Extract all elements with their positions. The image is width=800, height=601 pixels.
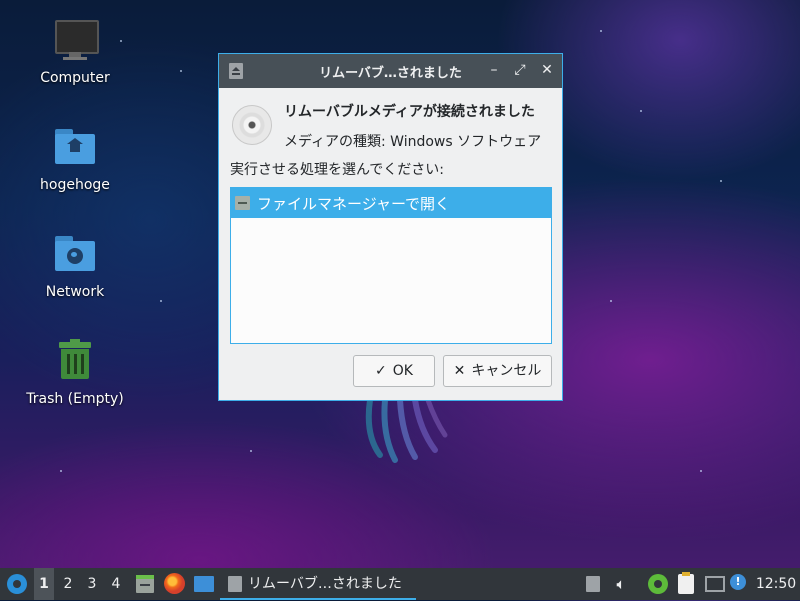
computer-monitor-icon	[51, 18, 99, 66]
tray-network[interactable]	[646, 568, 670, 600]
action-label: ファイルマネージャーで開く	[257, 195, 451, 213]
ok-label: OK	[392, 363, 413, 379]
star	[700, 470, 702, 472]
taskbar: 1 2 3 4 リムーバブ…されました 🔈︎ ! 12:50	[0, 568, 800, 600]
task-button-removable-media[interactable]: リムーバブ…されました	[220, 568, 416, 600]
desktop-icon-trash[interactable]: Trash (Empty)	[20, 339, 130, 407]
network-folder-icon	[51, 232, 99, 280]
workspace-2[interactable]: 2	[58, 568, 78, 600]
tray-notifications[interactable]: !	[728, 568, 748, 600]
dialog-heading: リムーバブルメディアが接続されました	[284, 104, 535, 120]
minimize-button[interactable]: –	[484, 60, 504, 80]
desktop-icon-label: Trash (Empty)	[26, 391, 124, 407]
desktop-icon-label: hogehoge	[40, 177, 110, 193]
cancel-button[interactable]: ✕ キャンセル	[443, 355, 552, 387]
clock-time: 12:50	[755, 576, 797, 592]
star	[720, 180, 722, 182]
star	[610, 300, 612, 302]
desktop-icon-computer[interactable]: Computer	[20, 18, 130, 86]
workspace-4[interactable]: 4	[106, 568, 126, 600]
tray-volume[interactable]: 🔈︎	[610, 568, 632, 600]
star	[640, 110, 642, 112]
workspace-1[interactable]: 1	[34, 568, 54, 600]
trash-icon	[51, 339, 99, 387]
tray-clipboard[interactable]	[674, 568, 698, 600]
start-menu-button[interactable]	[4, 568, 28, 600]
star	[180, 70, 182, 72]
checkmark-icon: ✓	[375, 363, 387, 379]
close-icon: ✕	[541, 62, 553, 78]
removable-media-dialog: リムーバブ…されました – ⤢ ✕ リムーバブルメディアが接続されました メディ…	[218, 53, 563, 401]
tray-display[interactable]	[702, 568, 726, 600]
minimize-icon: –	[490, 62, 498, 78]
notification-icon: !	[730, 574, 746, 590]
clipboard-icon	[678, 574, 694, 594]
workspace-label: 3	[87, 576, 97, 592]
file-manager-launcher[interactable]	[133, 568, 157, 600]
ok-button[interactable]: ✓ OK	[353, 355, 435, 387]
desktop-icon-home[interactable]: hogehoge	[20, 125, 130, 193]
workspace-label: 1	[39, 576, 49, 592]
wallpaper-jellyfish	[365, 397, 448, 463]
desktop-icon-label: Network	[45, 284, 105, 300]
tray-eject[interactable]	[582, 568, 604, 600]
clock[interactable]: 12:50	[754, 568, 798, 600]
eject-icon	[228, 576, 242, 592]
media-type-text: メディアの種類: Windows ソフトウェア	[284, 134, 542, 150]
maximize-icon: ⤢	[514, 62, 526, 78]
action-list[interactable]: ファイルマネージャーで開く	[230, 187, 552, 344]
desktop-icon	[194, 576, 214, 592]
dialog-titlebar[interactable]: リムーバブ…されました – ⤢ ✕	[219, 54, 562, 88]
star	[60, 470, 62, 472]
workspace-3[interactable]: 3	[82, 568, 102, 600]
close-button[interactable]: ✕	[537, 60, 557, 80]
display-icon	[705, 576, 725, 592]
maximize-button[interactable]: ⤢	[510, 60, 530, 80]
cancel-label: キャンセル	[471, 363, 542, 379]
cancel-x-icon: ✕	[453, 363, 466, 379]
desktop-icon-network[interactable]: Network	[20, 232, 130, 300]
desktop-icon-label: Computer	[40, 70, 110, 86]
star	[600, 30, 602, 32]
star	[250, 450, 252, 452]
cd-disc-icon	[232, 105, 272, 145]
show-desktop-button[interactable]	[191, 568, 217, 600]
firefox-launcher[interactable]	[162, 568, 186, 600]
task-label: リムーバブ…されました	[248, 576, 402, 592]
volume-icon: 🔈︎	[616, 575, 626, 593]
eject-icon	[586, 576, 600, 592]
file-manager-icon	[235, 196, 250, 210]
workspace-label: 2	[63, 576, 73, 592]
home-folder-icon	[51, 125, 99, 173]
action-prompt: 実行させる処理を選んでください:	[230, 162, 445, 178]
workspace-label: 4	[111, 576, 121, 592]
list-item[interactable]: ファイルマネージャーで開く	[231, 188, 551, 218]
star	[160, 300, 162, 302]
firefox-icon	[164, 573, 185, 594]
